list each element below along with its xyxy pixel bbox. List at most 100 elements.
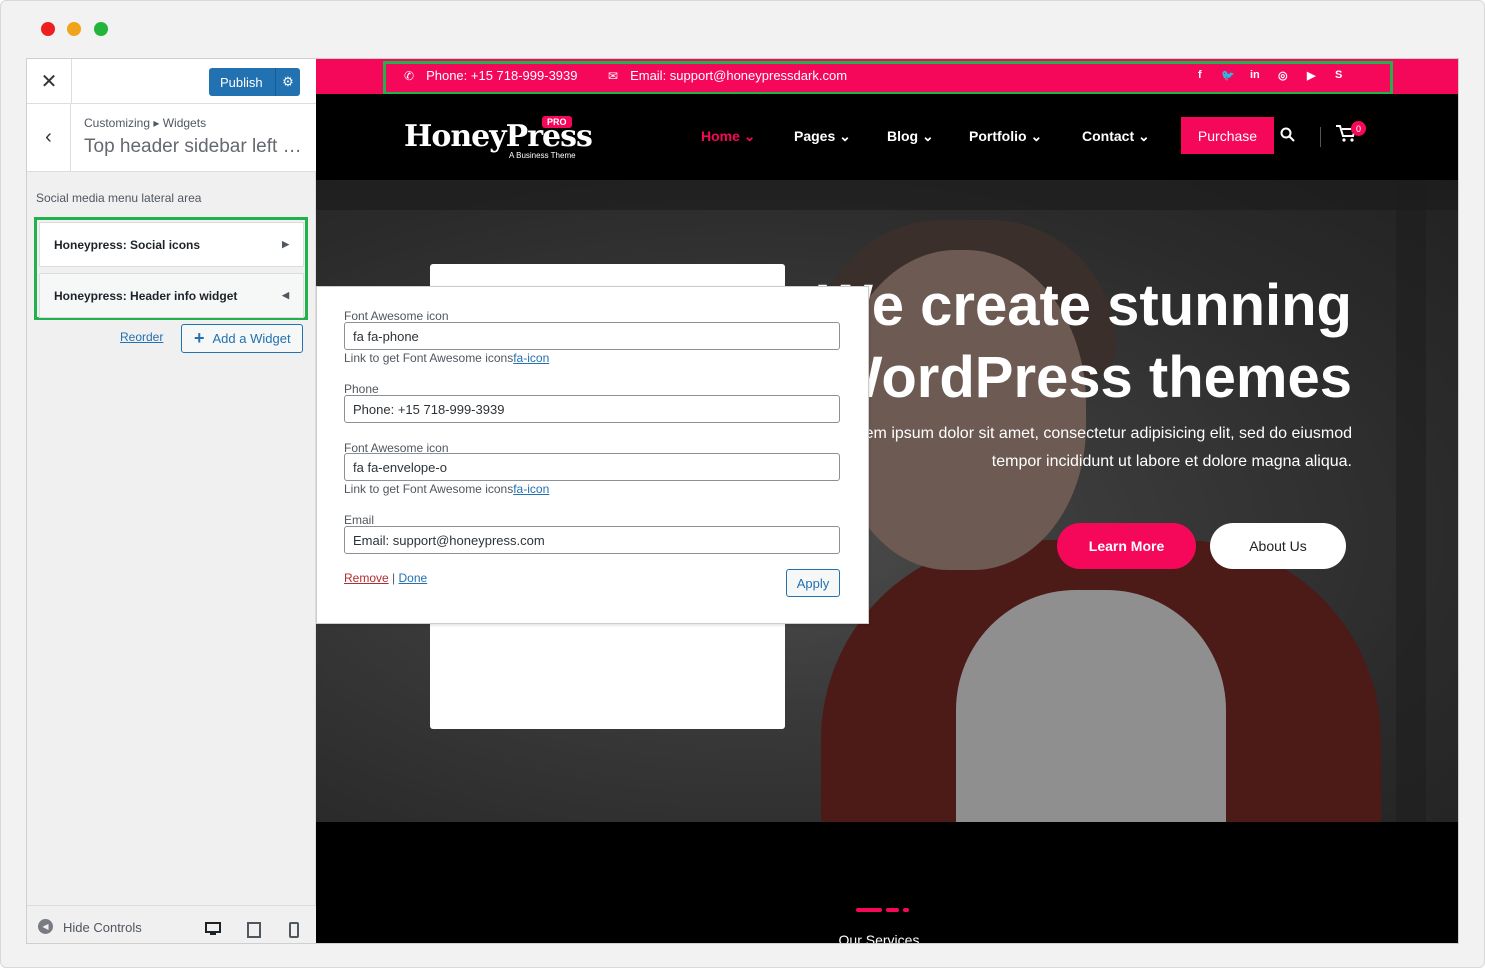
- chevron-down-icon: ⌄: [839, 128, 851, 144]
- nav-portfolio[interactable]: Portfolio ⌄: [969, 128, 1042, 145]
- panel-footer: ◀ Hide Controls: [27, 905, 316, 943]
- widget-form: Font Awesome icon Link to get Font Aweso…: [316, 286, 869, 624]
- chevron-down-icon: ⌄: [1138, 128, 1150, 144]
- linkedin-icon[interactable]: in: [1250, 69, 1260, 81]
- hero-image-shirt: [956, 590, 1226, 822]
- header-divider: [1320, 127, 1321, 147]
- window-close-dot[interactable]: [41, 22, 55, 36]
- youtube-icon[interactable]: ▶: [1307, 69, 1315, 82]
- phone-icon: ✆: [404, 68, 415, 83]
- fa-icon-link[interactable]: fa-icon: [513, 482, 549, 496]
- learn-more-button[interactable]: Learn More: [1057, 523, 1196, 569]
- logo-tagline: A Business Theme: [509, 151, 576, 160]
- purchase-button[interactable]: Purchase: [1181, 117, 1274, 154]
- logo-badge: PRO: [542, 116, 572, 128]
- site-header: HoneyPress PRO A Business Theme Home ⌄ P…: [316, 94, 1458, 180]
- add-widget-button[interactable]: + Add a Widget: [181, 324, 303, 353]
- section-header: ‹ Customizing ▸ Widgets Top header sideb…: [27, 104, 316, 172]
- widget-item-header-info[interactable]: Honeypress: Header info widget ◀: [39, 273, 304, 318]
- publish-label: Publish: [220, 74, 263, 90]
- icon1-label: Font Awesome icon: [344, 309, 449, 323]
- divider-dash: [856, 908, 882, 912]
- icon1-help: Link to get Font Awesome iconsfa-icon: [344, 351, 549, 365]
- phone-label: Phone: [344, 382, 379, 396]
- cart-count-badge: 0: [1351, 121, 1366, 136]
- instagram-icon[interactable]: ◎: [1278, 69, 1288, 82]
- hero-background-bar: [1396, 180, 1426, 822]
- topbar-email: ✉ Email: support@honeypressdark.com: [608, 68, 847, 83]
- tablet-preview-icon[interactable]: [234, 914, 274, 943]
- nav-pages[interactable]: Pages ⌄: [794, 128, 851, 145]
- customizer-window: ✕ Publish ⚙ ‹ Customizing ▸ Widgets Top …: [26, 58, 1459, 944]
- nav-label: Pages: [794, 128, 836, 144]
- twitter-icon[interactable]: 🐦: [1221, 69, 1235, 82]
- icon2-input[interactable]: [344, 453, 840, 481]
- divider-dash: [886, 908, 899, 912]
- plus-icon: +: [194, 328, 205, 348]
- email-text[interactable]: Email: support@honeypressdark.com: [630, 68, 847, 83]
- fa-icon-link[interactable]: fa-icon: [513, 351, 549, 365]
- collapse-icon[interactable]: ◀: [38, 919, 53, 934]
- widget-item-social-icons[interactable]: Honeypress: Social icons ▶: [39, 222, 304, 267]
- nav-label: Contact: [1082, 128, 1135, 144]
- close-icon[interactable]: ✕: [27, 59, 72, 104]
- phone-text: Phone: +15 718-999-3939: [426, 68, 578, 83]
- icon1-input[interactable]: [344, 322, 840, 350]
- hero-heading-line1: We create stunning: [818, 273, 1352, 338]
- divider-dash: [903, 908, 909, 912]
- nav-home[interactable]: Home ⌄: [701, 128, 756, 145]
- publish-button[interactable]: Publish ⚙: [209, 68, 300, 96]
- gear-icon[interactable]: ⚙: [275, 68, 300, 96]
- search-icon[interactable]: [1280, 127, 1295, 146]
- icon2-help: Link to get Font Awesome iconsfa-icon: [344, 482, 549, 496]
- hero-para-line2: tempor incididunt ut labore et dolore ma…: [991, 453, 1352, 470]
- services-heading: Our Services: [838, 932, 920, 944]
- email-input[interactable]: [344, 526, 840, 554]
- nav-label: Portfolio: [969, 128, 1027, 144]
- envelope-icon: ✉: [608, 68, 619, 83]
- add-widget-label: Add a Widget: [212, 331, 291, 346]
- done-link[interactable]: Done: [399, 571, 428, 585]
- services-section: Our Services: [316, 822, 1458, 944]
- widget-title: Honeypress: Social icons: [54, 237, 201, 252]
- hero-para-line1: Lorem ipsum dolor sit amet, consectetur …: [841, 425, 1352, 442]
- breadcrumb: Customizing ▸ Widgets: [84, 116, 207, 130]
- widget-title: Honeypress: Header info widget: [54, 288, 238, 303]
- panel-topbar: ✕ Publish ⚙: [27, 59, 316, 104]
- window-maximize-dot[interactable]: [94, 22, 108, 36]
- help-text: Link to get Font Awesome icons: [344, 351, 514, 365]
- chevron-down-icon: ⌄: [922, 128, 934, 144]
- site-preview: ✆ Phone: +15 718-999-3939 ✉ Email: suppo…: [316, 59, 1458, 944]
- caret-right-icon[interactable]: ▶: [282, 239, 289, 250]
- hero-heading-line2: WordPress themes: [827, 345, 1352, 410]
- remove-link[interactable]: Remove: [344, 571, 389, 585]
- nav-label: Blog: [887, 128, 919, 144]
- help-text: Link to get Font Awesome icons: [344, 482, 514, 496]
- reorder-link[interactable]: Reorder: [120, 330, 163, 344]
- desktop-preview-icon[interactable]: [193, 914, 233, 943]
- chevron-down-icon: ⌄: [743, 128, 756, 144]
- apply-button[interactable]: Apply: [786, 569, 840, 597]
- section-divider: [856, 908, 909, 912]
- facebook-icon[interactable]: f: [1198, 69, 1202, 81]
- hero-background-bar: [316, 180, 1458, 210]
- skype-icon[interactable]: S: [1335, 69, 1342, 81]
- section-title: Top header sidebar left ar...: [84, 136, 309, 157]
- caret-left-icon[interactable]: ◀: [282, 290, 289, 301]
- window-minimize-dot[interactable]: [67, 22, 81, 36]
- hide-controls-button[interactable]: Hide Controls: [63, 920, 142, 935]
- back-arrow-icon[interactable]: ‹: [27, 104, 71, 171]
- about-us-button[interactable]: About Us: [1210, 523, 1346, 569]
- nav-blog[interactable]: Blog ⌄: [887, 128, 934, 145]
- browser-frame: ✕ Publish ⚙ ‹ Customizing ▸ Widgets Top …: [0, 0, 1485, 968]
- mobile-preview-icon[interactable]: [274, 914, 314, 943]
- nav-label: Home: [701, 128, 740, 144]
- email-label: Email: [344, 513, 375, 527]
- hero-description: Lorem ipsum dolor sit amet, consectetur …: [842, 420, 1352, 476]
- area-description: Social media menu lateral area: [36, 191, 202, 205]
- phone-input[interactable]: [344, 395, 840, 423]
- customizer-panel: ✕ Publish ⚙ ‹ Customizing ▸ Widgets Top …: [27, 59, 316, 943]
- nav-contact[interactable]: Contact ⌄: [1082, 128, 1150, 145]
- top-info-bar: ✆ Phone: +15 718-999-3939 ✉ Email: suppo…: [316, 59, 1458, 95]
- link-separator: |: [392, 571, 396, 585]
